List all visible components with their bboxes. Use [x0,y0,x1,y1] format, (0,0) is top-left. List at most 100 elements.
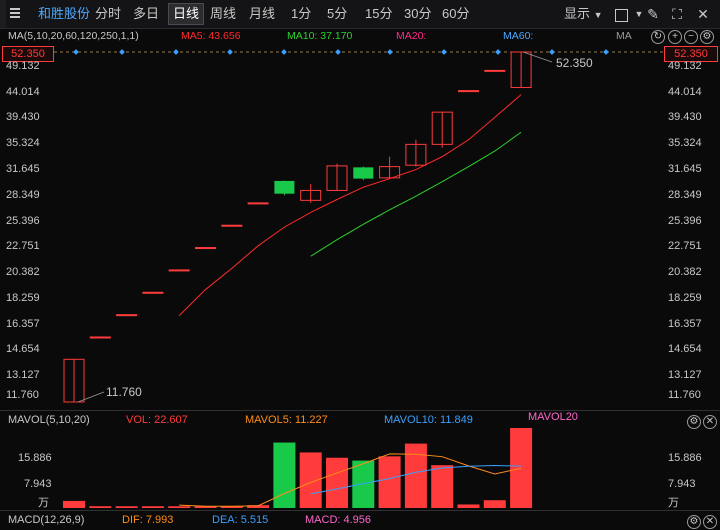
candle-body [89,336,111,339]
macd-indicator-label[interactable]: MACD(12,26,9) [8,514,84,526]
period-60min[interactable]: 60分 [442,4,469,24]
vol-value: VOL: 22.607 [126,414,188,426]
candle-body [247,202,269,205]
price-tick-right: 16.357 [668,317,702,330]
period-1min[interactable]: 1分 [291,4,311,24]
price-tick-left: 35.324 [6,137,40,150]
checkbox-icon[interactable] [612,5,630,23]
add-icon[interactable]: + [668,30,682,44]
price-tick-right: 25.396 [668,214,702,227]
price-tick-left: 13.127 [6,369,40,382]
volume-bar [299,452,322,508]
mavol10-line [310,465,522,495]
period-5min[interactable]: 5分 [327,4,347,24]
high-leader-line [522,51,553,63]
dea-value: DEA: 5.515 [212,514,269,526]
volume-bar [352,460,375,508]
ma20-value: MA20: [396,30,427,42]
period-multiday[interactable]: 多日 [133,4,159,24]
price-tick-left: 49.132 [6,59,40,72]
high-price-label: 52.350 [556,56,593,70]
price-tick-left: 14.654 [6,343,40,356]
refresh-icon[interactable]: ↻ [651,30,665,44]
mavol5-line [179,453,522,507]
vol-unit-right: 万 [668,497,679,509]
volume-bar [115,506,138,508]
marker-dot [281,49,287,55]
volume-bar [273,442,296,508]
ma-indicator-label[interactable]: MA(5,10,20,60,120,250,1,1) [8,28,139,44]
menu-icon[interactable] [10,6,20,20]
mavol10-value: MAVOL10: 11.849 [384,414,473,426]
price-tick-left: 18.259 [6,291,40,304]
ma-legend: MA(5,10,20,60,120,250,1,1) MA5: 43.656 M… [0,28,720,44]
volume-bar [168,506,191,508]
volume-bar [457,504,480,508]
close-pane-icon[interactable]: ✕ [703,515,717,529]
draw-pen-icon[interactable]: ✎ [644,5,662,23]
marker-dot [73,49,79,55]
dif-value: DIF: 7.993 [122,514,174,526]
volume-bar [220,506,243,508]
mavol-indicator-label[interactable]: MAVOL(5,10,20) [8,414,90,426]
price-tick-right: 28.349 [668,188,702,201]
period-monthly[interactable]: 月线 [249,4,275,24]
settings-icon[interactable]: ⚙ [687,515,701,529]
candle-body [431,111,453,145]
candle-body [221,224,243,227]
close-icon[interactable]: ✕ [694,5,712,23]
candle-body [274,180,295,194]
close-pane-icon[interactable]: ✕ [703,415,717,429]
marker-dot [387,49,393,55]
candle-body [168,269,190,272]
volume-bar [404,443,427,508]
ma5-line [178,94,522,316]
vol-tick-left-2: 7.943 [24,478,52,490]
candle-body [379,166,401,179]
mavol5-value: MAVOL5: 11.227 [245,414,328,426]
low-price-label: 11.760 [106,385,142,399]
ma60-value: MA60: [503,30,534,42]
price-tick-right: 18.259 [668,291,702,304]
settings-icon[interactable]: ⚙ [700,30,714,44]
price-tick-left: 16.357 [6,317,40,330]
period-15min[interactable]: 15分 [365,4,392,24]
chevron-down-icon: ▼ [593,10,603,20]
price-tick-left: 20.382 [6,266,40,279]
price-tick-right: 39.430 [668,111,702,124]
expand-icon[interactable]: ⛶ [668,5,686,23]
price-tick-right: 35.324 [668,137,702,150]
mavol20-value: MAVOL20 [528,411,578,423]
volume-bar [89,506,112,508]
price-tick-right: 31.645 [668,162,702,175]
candle-body [353,167,374,179]
marker-dot [119,49,125,55]
price-tick-left: 11.760 [6,389,39,401]
display-menu[interactable]: 显示 ▼ [564,4,603,24]
price-tick-left: 25.396 [6,214,40,227]
price-tick-right: 11.760 [668,389,701,401]
candle-body [63,358,85,403]
settings-icon[interactable]: ⚙ [687,415,701,429]
volume-bar [141,506,164,508]
candle-body [195,247,216,250]
display-label: 显示 [564,6,591,21]
period-intraday[interactable]: 分时 [95,4,121,24]
marker-dot [441,49,447,55]
candle-body [510,51,532,88]
price-tick-left: 44.014 [6,85,40,98]
macd-value: MACD: 4.956 [305,514,372,526]
vol-unit-left: 万 [38,497,49,509]
ma5-value: MA5: 43.656 [181,30,241,42]
vol-tick-right-1: 15.886 [668,452,702,464]
stock-name[interactable]: 和胜股份 [38,4,90,24]
period-30min[interactable]: 30分 [404,4,431,24]
ma10-line [310,131,522,257]
volume-pane-separator [0,410,720,411]
period-daily[interactable]: 日线 [168,3,205,25]
remove-icon[interactable]: − [684,30,698,44]
marker-dot [603,49,609,55]
period-weekly[interactable]: 周线 [210,4,236,24]
price-tick-right: 44.014 [668,85,702,98]
volume-bar [483,500,506,508]
